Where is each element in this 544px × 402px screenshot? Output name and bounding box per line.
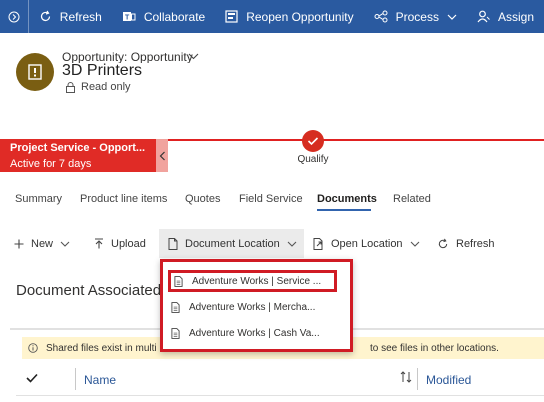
record-avatar bbox=[16, 53, 54, 91]
select-all-checkmark-icon[interactable] bbox=[26, 373, 38, 383]
chevron-circle-icon bbox=[8, 11, 20, 22]
info-text-right: to see files in other locations. bbox=[370, 343, 499, 354]
column-divider bbox=[75, 368, 76, 390]
lock-icon bbox=[66, 81, 75, 93]
dropdown-item-label: Adventure Works | Service ... bbox=[192, 275, 322, 287]
tab-product-line-items[interactable]: Product line items bbox=[80, 193, 167, 205]
column-header-modified[interactable]: Modified bbox=[426, 373, 471, 387]
chevron-down-icon bbox=[60, 241, 70, 247]
record-title: 3D Printers bbox=[62, 62, 143, 79]
document-icon bbox=[168, 237, 178, 250]
qualify-stage-label: Qualify bbox=[297, 154, 329, 165]
document-location-dropdown: Adventure Works | Service ... Adventure … bbox=[160, 259, 353, 352]
refresh-label: Refresh bbox=[59, 9, 102, 24]
grid-header-row: Name Modified bbox=[16, 364, 544, 396]
document-icon bbox=[171, 301, 180, 313]
document-location-button[interactable]: Document Location bbox=[159, 229, 304, 258]
process-button[interactable]: Process bbox=[364, 0, 467, 33]
stage-duration: Active for 7 days bbox=[10, 158, 92, 170]
plus-icon bbox=[14, 239, 24, 248]
dropdown-item-cash[interactable]: Adventure Works | Cash Va... bbox=[171, 322, 345, 344]
chevron-down-icon bbox=[410, 241, 419, 247]
documents-toolbar: New Upload Document Location Open Locati… bbox=[0, 229, 544, 258]
upload-label: Upload bbox=[111, 237, 146, 250]
document-icon bbox=[171, 327, 180, 339]
new-label: New bbox=[31, 237, 54, 250]
grid-refresh-label: Refresh bbox=[456, 237, 495, 250]
collaborate-button[interactable]: T Collaborate bbox=[112, 0, 215, 33]
process-icon bbox=[374, 10, 388, 23]
info-text-left: Shared files exist in multi bbox=[46, 342, 157, 354]
read-only-status: Read only bbox=[66, 81, 131, 93]
document-icon bbox=[174, 275, 183, 287]
teams-icon: T bbox=[122, 12, 136, 22]
dropdown-item-service[interactable]: Adventure Works | Service ... bbox=[168, 270, 337, 292]
section-title: Document Associated bbox=[16, 282, 162, 299]
active-process-stage[interactable]: Project Service - Opport... Active for 7… bbox=[0, 139, 156, 172]
open-location-label: Open Location bbox=[331, 237, 403, 250]
tab-summary[interactable]: Summary bbox=[15, 193, 62, 205]
opportunity-icon bbox=[28, 64, 42, 80]
person-icon bbox=[477, 10, 490, 23]
process-collapse-button[interactable] bbox=[156, 139, 168, 172]
open-location-icon bbox=[313, 237, 323, 250]
new-button[interactable]: New bbox=[14, 229, 70, 258]
chevron-down-icon[interactable] bbox=[188, 52, 199, 61]
qualify-stage-marker[interactable] bbox=[302, 130, 324, 152]
tab-quotes[interactable]: Quotes bbox=[185, 193, 220, 205]
dropdown-item-label: Adventure Works | Cash Va... bbox=[189, 327, 320, 339]
grid-refresh-button[interactable]: Refresh bbox=[437, 229, 495, 258]
process-label: Process bbox=[395, 9, 439, 24]
form-tabs: Summary Product line items Quotes Field … bbox=[0, 193, 544, 217]
document-location-label: Document Location bbox=[185, 237, 280, 250]
chevron-down-icon bbox=[287, 241, 297, 247]
dropdown-item-merchandise[interactable]: Adventure Works | Mercha... bbox=[171, 296, 345, 318]
upload-icon bbox=[95, 238, 103, 249]
active-tab-indicator bbox=[317, 209, 371, 211]
refresh-icon bbox=[438, 238, 448, 248]
chevron-down-icon bbox=[447, 14, 457, 20]
checkmark-icon bbox=[307, 137, 319, 146]
tab-field-service[interactable]: Field Service bbox=[239, 193, 303, 205]
upload-button[interactable]: Upload bbox=[94, 229, 146, 258]
tab-related[interactable]: Related bbox=[393, 193, 431, 205]
open-location-button[interactable]: Open Location bbox=[313, 229, 420, 258]
collaborate-label: Collaborate bbox=[143, 9, 206, 24]
chevron-left-icon bbox=[159, 151, 165, 160]
command-bar: Refresh T Collaborate Reopen Opportunity… bbox=[0, 0, 544, 33]
refresh-button[interactable]: Refresh bbox=[29, 0, 112, 33]
assign-button[interactable]: Assign bbox=[467, 0, 544, 33]
expand-nav-button[interactable] bbox=[0, 0, 29, 33]
sort-icon[interactable] bbox=[400, 370, 412, 384]
reopen-icon bbox=[225, 10, 238, 23]
assign-label: Assign bbox=[497, 9, 534, 24]
stage-name: Project Service - Opport... bbox=[10, 142, 146, 154]
reopen-opportunity-button[interactable]: Reopen Opportunity bbox=[215, 0, 363, 33]
tab-documents[interactable]: Documents bbox=[317, 193, 377, 205]
reopen-label: Reopen Opportunity bbox=[246, 9, 354, 24]
column-divider bbox=[417, 368, 418, 390]
dropdown-item-label: Adventure Works | Mercha... bbox=[189, 301, 316, 313]
info-icon bbox=[28, 343, 38, 353]
read-only-label: Read only bbox=[81, 81, 131, 93]
column-header-name[interactable]: Name bbox=[84, 373, 116, 387]
svg-text:T: T bbox=[125, 15, 130, 22]
refresh-icon bbox=[40, 10, 50, 22]
